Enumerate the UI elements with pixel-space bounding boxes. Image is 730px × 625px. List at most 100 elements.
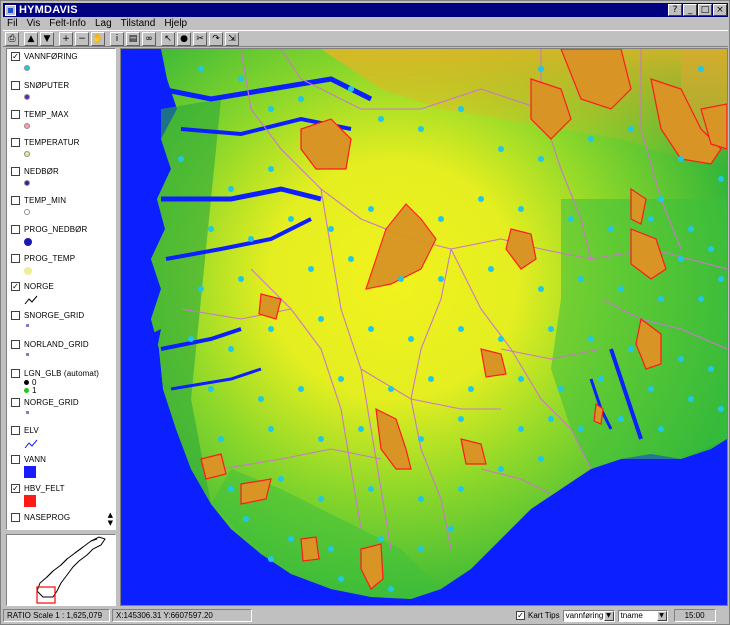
maximize-button[interactable]: □ xyxy=(698,4,712,16)
layer-symbol-dot xyxy=(24,122,30,129)
layer-down-icon[interactable]: ▼ xyxy=(40,31,54,46)
layer-checkbox[interactable] xyxy=(11,196,20,205)
menu-lag[interactable]: Lag xyxy=(95,18,112,29)
table-icon[interactable]: ▤ xyxy=(126,31,140,46)
layer-select-value: vannføring xyxy=(565,611,604,620)
layer-name: SNØPUTER xyxy=(24,80,70,90)
layer-select[interactable]: vannføring ▼ xyxy=(562,609,615,622)
layer-name: NORLAND_GRID xyxy=(24,340,89,349)
window-controls: ? _ □ × xyxy=(667,4,727,16)
layer-item[interactable]: LGN_GLB (automat) 0 1 xyxy=(11,368,106,396)
layer-checkbox[interactable]: ✓ xyxy=(11,52,20,61)
layer-symbol-square xyxy=(24,495,36,507)
binoculars-icon[interactable]: ∞ xyxy=(142,31,156,46)
layer-checkbox[interactable]: ✓ xyxy=(11,484,20,493)
layer-checkbox[interactable] xyxy=(11,224,20,234)
menu-vis[interactable]: Vis xyxy=(27,18,41,29)
layer-item[interactable]: SNORGE_GRID xyxy=(11,310,106,338)
layer-item[interactable]: SNØPUTER xyxy=(11,80,106,108)
layer-name: NASEPROG xyxy=(24,512,71,522)
menu-felt-info[interactable]: Felt-Info xyxy=(49,18,86,29)
field-select[interactable]: tname ▼ xyxy=(617,609,668,622)
layer-item[interactable]: ✓ HBV_FELT xyxy=(11,483,106,511)
zoom-out-icon[interactable]: − xyxy=(75,31,89,46)
app-icon xyxy=(5,4,16,16)
layer-name: NORGE_GRID xyxy=(24,397,79,407)
layer-name: PROG_TEMP xyxy=(24,253,76,263)
minimize-button[interactable]: _ xyxy=(683,4,697,16)
layer-checkbox[interactable] xyxy=(11,368,20,378)
menu-tilstand[interactable]: Tilstand xyxy=(121,18,156,29)
arrow-curve-icon[interactable]: ↷ xyxy=(209,31,223,46)
layer-checkbox[interactable] xyxy=(11,80,20,90)
layer-item[interactable]: NORGE_GRID xyxy=(11,397,106,425)
layer-symbol-dot xyxy=(24,65,30,71)
layer-checkbox[interactable] xyxy=(11,311,20,321)
layer-checkbox[interactable] xyxy=(11,138,20,148)
layer-legend-panel: ✓ VANNFØRING SNØPUTER TEMP_MAX TEMPERATUR NED… xyxy=(6,48,116,530)
status-spacer xyxy=(252,609,516,622)
layer-name: VANNFØRING xyxy=(24,52,78,61)
coordinate-readout: X:145306.31 Y:6607597.20 xyxy=(112,609,252,622)
overview-norway-outline xyxy=(36,536,106,604)
layer-name: NEDBØR xyxy=(24,167,59,177)
field-select-value: tname xyxy=(620,611,643,620)
layer-checkbox[interactable] xyxy=(11,109,20,119)
layer-symbol-dot xyxy=(24,209,30,215)
layer-item[interactable]: NORLAND_GRID xyxy=(11,339,106,367)
layer-checkbox[interactable] xyxy=(11,426,20,436)
print-icon[interactable]: ⎙ xyxy=(5,31,19,46)
scale-readout: RATIO Scale 1 : 1,625,079 xyxy=(3,609,110,622)
info-icon[interactable]: i xyxy=(110,31,124,46)
overview-map[interactable] xyxy=(6,534,116,606)
layer-symbol-point xyxy=(24,353,29,356)
layer-checkbox[interactable] xyxy=(11,253,20,263)
layer-checkbox[interactable]: ✓ xyxy=(11,282,20,292)
layer-checkbox[interactable] xyxy=(11,397,20,407)
layer-item[interactable]: TEMPERATUR xyxy=(11,137,106,165)
layer-checkbox[interactable] xyxy=(11,167,20,177)
layer-name: HBV_FELT xyxy=(24,484,65,493)
layer-item[interactable]: TEMP_MAX xyxy=(11,109,106,137)
layer-checkbox[interactable] xyxy=(11,340,20,349)
dot-icon[interactable]: ● xyxy=(177,31,191,46)
export-icon[interactable]: ⇲ xyxy=(225,31,239,46)
layer-item[interactable]: ✓ NORGE xyxy=(11,281,106,309)
chevron-down-icon: ▼ xyxy=(656,610,667,621)
layer-name: LGN_GLB (automat) xyxy=(24,368,100,378)
scroll-down-icon[interactable]: ▼ xyxy=(108,519,113,527)
layer-item[interactable]: VANN xyxy=(11,454,106,482)
layer-item[interactable]: PROG_NEDBØR xyxy=(11,224,106,252)
zoom-in-icon[interactable]: + xyxy=(59,31,73,46)
menu-fil[interactable]: Fil xyxy=(7,18,18,29)
cut-icon[interactable]: ✂ xyxy=(193,31,207,46)
map-canvas[interactable] xyxy=(120,48,728,606)
layer-symbol-point xyxy=(24,410,29,414)
window-title: HYMDAVIS xyxy=(19,4,78,16)
layer-up-icon[interactable]: ▲ xyxy=(24,31,38,46)
layer-item[interactable]: ELV xyxy=(11,425,106,453)
layer-item[interactable]: PROG_TEMP xyxy=(11,253,106,281)
scroll-up-icon[interactable]: ▲ xyxy=(108,511,113,519)
kart-tips-checkbox[interactable]: ✓ xyxy=(516,611,525,620)
title-bar: HYMDAVIS ? _ □ × xyxy=(3,3,728,17)
layer-item[interactable]: NASEPROG xyxy=(11,512,106,529)
layer-symbol-line xyxy=(24,295,38,307)
layer-name: VANN xyxy=(24,455,47,465)
layer-name: TEMP_MAX xyxy=(24,109,69,119)
close-button[interactable]: × xyxy=(713,4,727,16)
layer-symbol-dot xyxy=(24,266,32,275)
layer-item[interactable]: NEDBØR xyxy=(11,166,106,194)
kart-tips-label: Kart Tips xyxy=(528,611,560,620)
layer-item[interactable]: TEMP_MIN xyxy=(11,195,106,223)
menu-hjelp[interactable]: Hjelp xyxy=(164,18,187,29)
layer-checkbox[interactable] xyxy=(11,455,20,465)
layer-symbol-point xyxy=(24,324,29,328)
layer-checkbox[interactable] xyxy=(11,512,20,522)
layer-symbol-classes: 01 xyxy=(24,378,36,395)
pan-hand-icon[interactable]: ✋ xyxy=(91,31,105,46)
layer-name: NORGE xyxy=(24,282,54,292)
help-button[interactable]: ? xyxy=(668,4,682,16)
select-arrow-icon[interactable]: ↖ xyxy=(161,31,175,46)
layer-item[interactable]: ✓ VANNFØRING xyxy=(11,51,106,79)
